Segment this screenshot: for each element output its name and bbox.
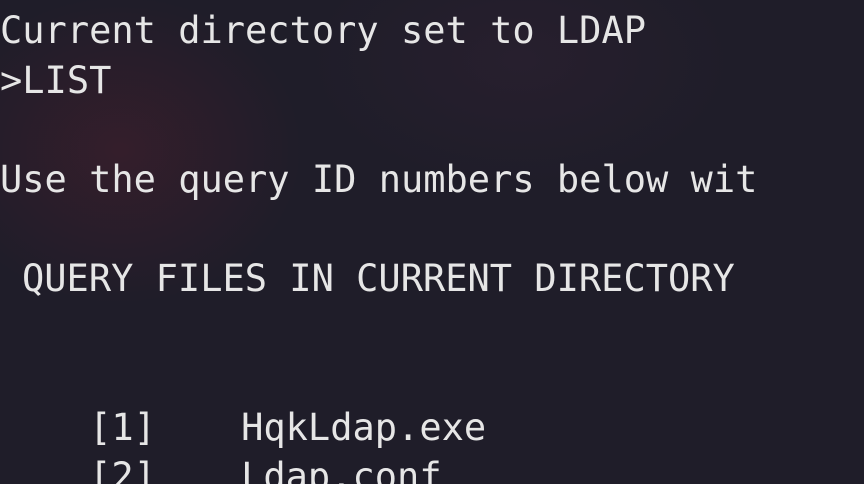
file-name: Ldap.conf <box>241 454 442 484</box>
terminal-line-command: >LIST <box>0 59 112 102</box>
file-list-item: [2] Ldap.conf <box>0 402 441 484</box>
file-list-item: [1] HqkLdap.exe <box>0 353 486 449</box>
terminal-line-hint: Use the query ID numbers below wit <box>0 158 758 201</box>
terminal-line-status: Current directory set to LDAP <box>0 9 647 52</box>
file-id: [2] <box>89 454 156 484</box>
terminal-window[interactable]: Current directory set to LDAP >LIST Use … <box>0 0 864 484</box>
terminal-line-heading: QUERY FILES IN CURRENT DIRECTORY <box>22 257 735 300</box>
